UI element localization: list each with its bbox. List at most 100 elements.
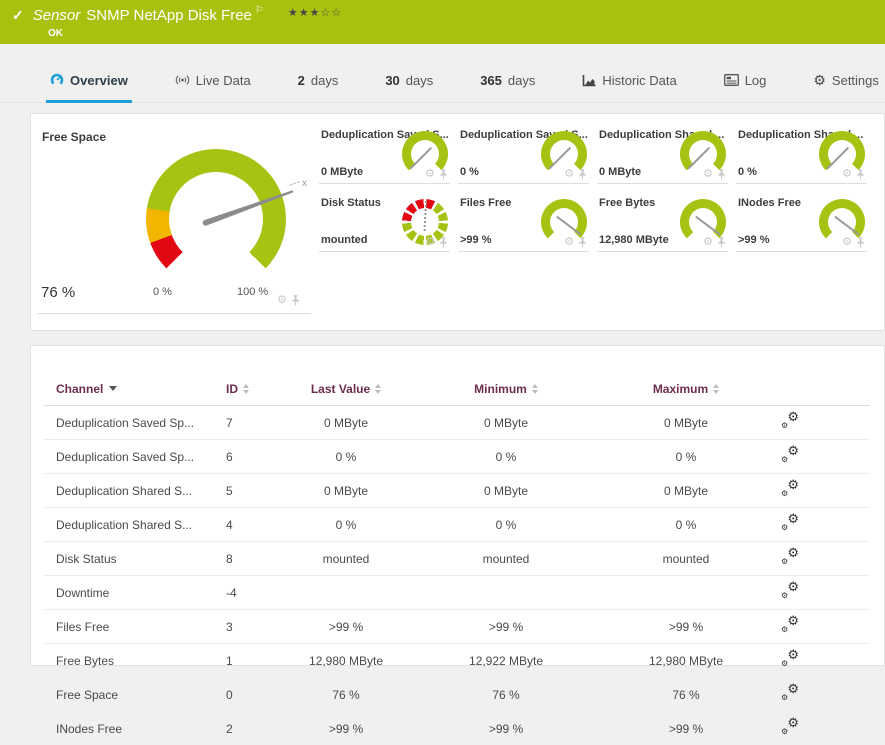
- gauge-panel-dedup-saved-bytes[interactable]: Deduplication Saved S... 0 MByte ⚙: [319, 127, 450, 184]
- gauge-scale-min: 0 %: [153, 286, 172, 298]
- tab-number: 365: [480, 73, 502, 88]
- channel-id: 2: [214, 712, 286, 745]
- pin-icon[interactable]: [717, 169, 726, 180]
- channel-settings-icon[interactable]: ⚙⚙: [781, 447, 799, 463]
- channel-gauges-grid: Deduplication Saved S... 0 MByte ⚙ Dedup…: [319, 127, 867, 252]
- last-value: 12,980 MByte: [286, 644, 406, 678]
- gear-icon[interactable]: ⚙: [425, 237, 435, 248]
- tab-live-data[interactable]: Live Data: [173, 58, 253, 102]
- maximum-value: 76 %: [606, 678, 766, 712]
- sort-icon: [713, 384, 719, 394]
- pin-icon[interactable]: [856, 169, 865, 180]
- channel-id: 0: [214, 678, 286, 712]
- gear-icon[interactable]: ⚙: [842, 169, 852, 180]
- sort-icon: [532, 384, 538, 394]
- tab-log[interactable]: Log: [722, 58, 769, 102]
- free-space-gauge[interactable]: [146, 149, 286, 289]
- gauge-panel-dedup-saved-percent[interactable]: Deduplication Saved S... 0 % ⚙: [458, 127, 589, 184]
- sort-icon: [243, 384, 249, 394]
- tab-label: Settings: [832, 73, 879, 88]
- gear-icon[interactable]: ⚙: [703, 237, 713, 248]
- column-label: Channel: [56, 382, 103, 396]
- column-header-actions: [766, 376, 870, 406]
- gauge-actions: ⚙: [564, 169, 587, 180]
- column-header-minimum[interactable]: Minimum: [406, 376, 606, 406]
- column-header-channel[interactable]: Channel: [44, 376, 214, 406]
- divider: [37, 313, 311, 314]
- pin-icon[interactable]: [291, 295, 300, 306]
- tab-number: 30: [385, 73, 399, 88]
- priority-stars[interactable]: ★★★☆☆: [288, 6, 342, 19]
- maximum-value: >99 %: [606, 610, 766, 644]
- channel-settings-icon[interactable]: ⚙⚙: [781, 515, 799, 531]
- pin-icon[interactable]: [578, 237, 587, 248]
- flag-icon[interactable]: ⚐: [255, 5, 264, 16]
- pin-icon[interactable]: [439, 237, 448, 248]
- tab-historic-data[interactable]: Historic Data: [580, 58, 678, 102]
- gauge-panel-free-bytes[interactable]: Free Bytes 12,980 MByte ⚙: [597, 195, 728, 252]
- column-header-last-value[interactable]: Last Value: [286, 376, 406, 406]
- last-value: >99 %: [286, 712, 406, 745]
- gauge-panel-files-free[interactable]: Files Free >99 % ⚙: [458, 195, 589, 252]
- gear-icon[interactable]: ⚙: [564, 169, 574, 180]
- maximum-value: 0 %: [606, 440, 766, 474]
- channel-settings-icon[interactable]: ⚙⚙: [781, 685, 799, 701]
- channel-settings-icon[interactable]: ⚙⚙: [781, 617, 799, 633]
- table-row: Deduplication Shared S... 4 0 % 0 % 0 % …: [44, 508, 870, 542]
- gauge-panel-disk-status[interactable]: Disk Status mounted ⚙: [319, 195, 450, 252]
- gauge-value: 0 %: [460, 166, 479, 178]
- sensor-title: SNMP NetApp Disk Free: [86, 7, 252, 24]
- channel-settings-icon[interactable]: ⚙⚙: [781, 583, 799, 599]
- gauge-actions: ⚙: [703, 237, 726, 248]
- column-header-maximum[interactable]: Maximum: [606, 376, 766, 406]
- gear-icon[interactable]: ⚙: [564, 237, 574, 248]
- tab-settings[interactable]: ⚙ Settings: [811, 58, 881, 102]
- channel-name: Deduplication Saved Sp...: [44, 440, 214, 474]
- tab-label: Live Data: [196, 73, 251, 88]
- tab-30-days[interactable]: 30 days: [383, 58, 435, 102]
- gauge-panel-inodes-free[interactable]: INodes Free >99 % ⚙: [736, 195, 867, 252]
- channel-settings-icon[interactable]: ⚙⚙: [781, 549, 799, 565]
- pin-icon[interactable]: [717, 237, 726, 248]
- gauge-actions: ⚙: [425, 237, 448, 248]
- gear-icon[interactable]: ⚙: [703, 169, 713, 180]
- status-badge: OK: [48, 28, 63, 39]
- gauge-panel-dedup-shared-percent[interactable]: Deduplication Shared ... 0 % ⚙: [736, 127, 867, 184]
- minimum-value: [406, 576, 606, 610]
- channel-settings-icon[interactable]: ⚙⚙: [781, 413, 799, 429]
- gauge-scale-max: 100 %: [237, 286, 268, 298]
- gauges-panel: Free Space x 0 % 100 % 76 % ⚙ Deduplicat…: [30, 113, 885, 331]
- channel-settings-icon[interactable]: ⚙⚙: [781, 719, 799, 735]
- minimum-value: >99 %: [406, 712, 606, 745]
- last-value: mounted: [286, 542, 406, 576]
- gauge-panel-dedup-shared-bytes[interactable]: Deduplication Shared ... 0 MByte ⚙: [597, 127, 728, 184]
- chart-icon: [582, 74, 596, 87]
- channel-name: Free Bytes: [44, 644, 214, 678]
- maximum-value: 0 %: [606, 508, 766, 542]
- sort-icon: [375, 384, 381, 394]
- channel-id: 4: [214, 508, 286, 542]
- tab-365-days[interactable]: 365 days: [478, 58, 537, 102]
- pin-icon[interactable]: [578, 169, 587, 180]
- channel-id: -4: [214, 576, 286, 610]
- check-icon: ✓: [12, 7, 24, 24]
- gauge-actions: ⚙: [703, 169, 726, 180]
- broadcast-icon: [175, 74, 190, 86]
- channel-settings-icon[interactable]: ⚙⚙: [781, 481, 799, 497]
- channel-name: Deduplication Saved Sp...: [44, 406, 214, 440]
- column-header-id[interactable]: ID: [214, 376, 286, 406]
- gear-icon: ⚙: [787, 410, 799, 423]
- minimum-value: 0 %: [406, 508, 606, 542]
- gear-icon[interactable]: ⚙: [842, 237, 852, 248]
- minimum-value: >99 %: [406, 610, 606, 644]
- tab-2-days[interactable]: 2 days: [296, 58, 341, 102]
- table-row: Deduplication Shared S... 5 0 MByte 0 MB…: [44, 474, 870, 508]
- gear-icon: ⚙: [781, 626, 788, 634]
- minimum-value: 0 MByte: [406, 406, 606, 440]
- tab-overview[interactable]: Overview: [48, 58, 130, 102]
- pin-icon[interactable]: [439, 169, 448, 180]
- channel-settings-icon[interactable]: ⚙⚙: [781, 651, 799, 667]
- pin-icon[interactable]: [856, 237, 865, 248]
- gear-icon[interactable]: ⚙: [277, 295, 287, 306]
- gear-icon[interactable]: ⚙: [425, 169, 435, 180]
